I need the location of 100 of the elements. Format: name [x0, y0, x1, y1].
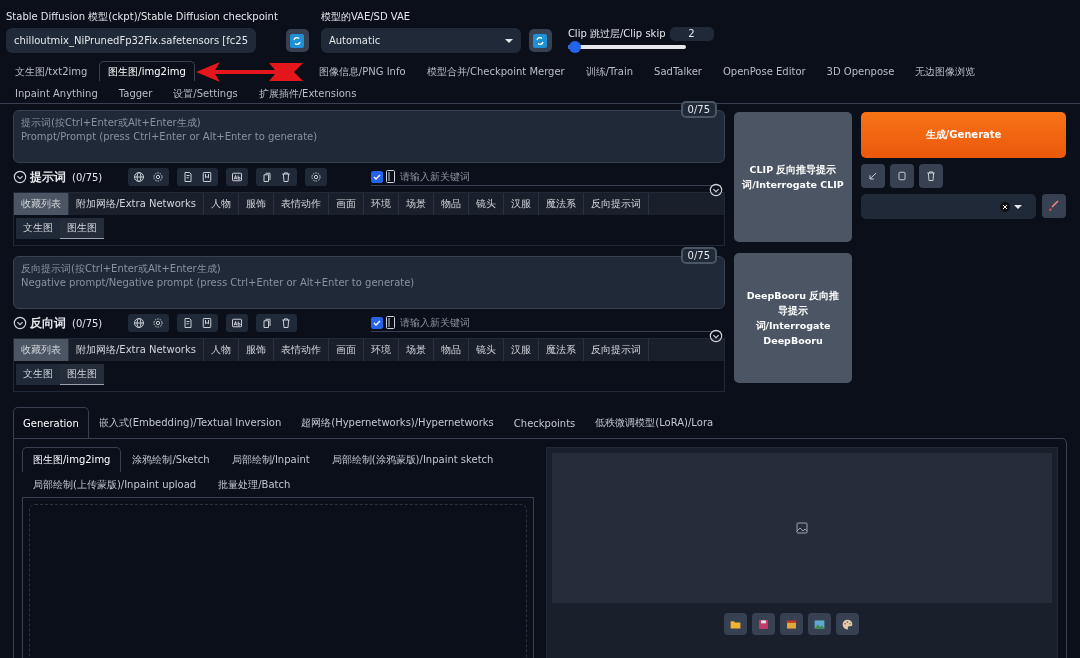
interrogate-button[interactable]: CLIP 反向推导提示词/Interrogate CLIP: [734, 112, 852, 242]
category-tab[interactable]: 汉服: [503, 339, 539, 361]
tab[interactable]: Inpaint Anything: [6, 83, 107, 103]
checkpoint-dropdown[interactable]: chilloutmix_NiPrunedFp32Fix.safetensors [fc25: [6, 28, 256, 53]
tab[interactable]: 局部绘制/Inpaint: [220, 447, 321, 472]
tab[interactable]: 图生图/img2img: [22, 447, 122, 472]
category-tab[interactable]: 场景: [398, 339, 434, 361]
refresh-icon: [289, 32, 306, 49]
category-tab[interactable]: 反向提示词: [583, 339, 649, 361]
tab[interactable]: 涂鸦绘制/Sketch: [121, 447, 221, 472]
tab[interactable]: 文生图/txt2img: [6, 61, 97, 81]
tab[interactable]: OpenPose Editor: [713, 61, 815, 81]
tab[interactable]: Generation: [13, 407, 89, 438]
trash-icon: [280, 171, 293, 183]
keyword-field[interactable]: 请输入新关键词: [398, 170, 721, 183]
category-tab[interactable]: 画面: [328, 339, 364, 361]
sub-tab[interactable]: 图生图: [60, 218, 104, 239]
category-tab[interactable]: 汉服: [503, 193, 539, 215]
clear-button[interactable]: [1000, 201, 1010, 212]
category-tab[interactable]: 镜头: [468, 339, 504, 361]
category-tab[interactable]: 物品: [433, 339, 469, 361]
category-tab[interactable]: 收藏列表: [14, 193, 69, 215]
bookmark-icon: [201, 171, 214, 183]
category-tab[interactable]: 人物: [203, 193, 239, 215]
category-tab[interactable]: 人物: [203, 339, 239, 361]
tab[interactable]: 超网络(Hypernetworks)/Hypernetworks: [291, 407, 504, 438]
category-tab[interactable]: 场景: [398, 193, 434, 215]
tab[interactable]: 训练/Train: [576, 61, 643, 81]
settings-icon: [152, 317, 165, 329]
tab[interactable]: SadTalker: [645, 61, 711, 81]
tab[interactable]: 无边图像浏览: [906, 61, 985, 81]
trash-icon: [925, 170, 937, 182]
palette-icon: [841, 617, 854, 631]
tool-button[interactable]: [780, 613, 803, 635]
field-label: Stable Diffusion 模型(ckpt)/Stable Diffusion checkpoint: [6, 10, 278, 24]
category-tab[interactable]: 附加网络/Extra Networks: [69, 339, 204, 361]
tab[interactable]: 模型合并/Checkpoint Merger: [417, 61, 574, 81]
tab[interactable]: 3D Openpose: [817, 61, 904, 81]
archive-icon: [785, 617, 798, 631]
category-tab[interactable]: 表情动作: [273, 339, 329, 361]
tool-button[interactable]: [861, 164, 885, 188]
category-tab[interactable]: 附加网络/Extra Networks: [69, 193, 204, 215]
refresh-button[interactable]: [285, 29, 309, 52]
collapse-icon[interactable]: [709, 329, 723, 343]
paint-brush-icon: [1048, 200, 1060, 212]
refresh-icon: [532, 32, 549, 49]
tab[interactable]: 低秩微调模型(LoRA)/Lora: [585, 407, 724, 438]
tab[interactable]: 局部绘制(涂鸦蒙版)/Inpaint sketch: [320, 447, 505, 472]
category-tab[interactable]: 收藏列表: [14, 339, 69, 361]
refresh-button[interactable]: [528, 29, 552, 52]
category-tab[interactable]: 服饰: [238, 193, 274, 215]
trash-icon: [280, 317, 293, 329]
checkbox[interactable]: [371, 316, 383, 329]
tool-button[interactable]: [836, 613, 859, 635]
tool-button[interactable]: [752, 613, 775, 635]
paint-brush-button[interactable]: [1042, 194, 1066, 218]
field-label: Clip 跳过层/Clip skip: [567, 27, 666, 41]
prompt-title: 提示词: [30, 168, 66, 186]
tab[interactable]: 图像信息/PNG Info: [309, 61, 415, 81]
collapse-icon[interactable]: [13, 170, 27, 184]
slider-handle[interactable]: [568, 41, 581, 53]
tab[interactable]: 嵌入式(Embedding)/Textual Inversion: [88, 407, 292, 438]
collapse-icon[interactable]: [13, 316, 27, 330]
sub-tab[interactable]: 文生图: [16, 364, 60, 385]
number-field[interactable]: 2: [669, 27, 714, 41]
category-tab[interactable]: 环境: [363, 193, 399, 215]
tab[interactable]: 扩展插件/Extensions: [249, 83, 366, 103]
globe-icon: [133, 317, 146, 329]
category-tab[interactable]: 服饰: [238, 339, 274, 361]
keyword-field[interactable]: 请输入新关键词: [398, 316, 721, 329]
checkbox[interactable]: [371, 170, 383, 183]
tool-button[interactable]: [724, 613, 747, 635]
tab[interactable]: Checkpoints: [503, 407, 586, 438]
tab[interactable]: 批量处理/Batch: [207, 472, 302, 497]
tab[interactable]: 局部绘制(上传蒙版)/Inpaint upload: [22, 472, 208, 497]
category-tab[interactable]: 画面: [328, 193, 364, 215]
vae-dropdown[interactable]: Automatic: [320, 28, 521, 53]
copy-icon: [261, 171, 274, 183]
caret-icon: [1014, 203, 1022, 210]
tab[interactable]: 图生图/img2img: [99, 61, 195, 81]
category-tab[interactable]: 环境: [363, 339, 399, 361]
tool-button[interactable]: [808, 613, 831, 635]
category-tab[interactable]: 反向提示词: [583, 193, 649, 215]
category-tab[interactable]: 魔法系: [538, 193, 584, 215]
tool-button[interactable]: [890, 164, 914, 188]
category-tab[interactable]: 魔法系: [538, 339, 584, 361]
category-tab[interactable]: 镜头: [468, 193, 504, 215]
token-counter: 0/75: [680, 247, 717, 264]
category-tab[interactable]: 物品: [433, 193, 469, 215]
interrogate-button[interactable]: DeepBooru 反向推导提示词/Interrogate DeepBooru: [734, 253, 852, 383]
tab[interactable]: 设置/Settings: [164, 83, 247, 103]
tool-button[interactable]: [919, 164, 943, 188]
tab[interactable]: Tagger: [109, 83, 162, 103]
sub-tab[interactable]: 文生图: [16, 218, 60, 239]
sub-tab[interactable]: 图生图: [60, 364, 104, 385]
category-tab[interactable]: 表情动作: [273, 193, 329, 215]
copy-icon: [261, 317, 274, 329]
collapse-icon[interactable]: [709, 183, 723, 197]
token-count: (0/75): [72, 317, 103, 329]
token-counter: 0/75: [680, 101, 717, 118]
